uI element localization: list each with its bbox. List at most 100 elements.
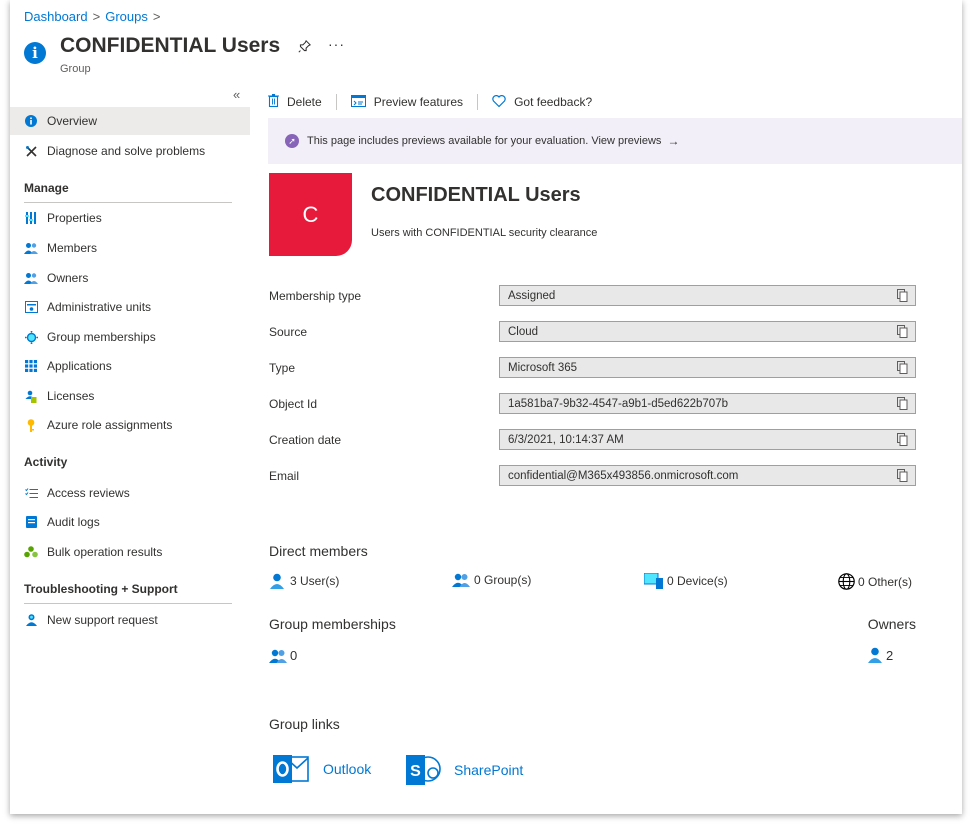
sidebar-item-label: Licenses — [47, 389, 95, 403]
property-label: Object Id — [269, 397, 318, 411]
sidebar-item-licenses[interactable]: Licenses — [10, 382, 250, 410]
outlook-link[interactable]: Outlook — [273, 752, 371, 786]
sidebar-item-administrative-units[interactable]: Administrative units — [10, 293, 250, 321]
globe-icon — [838, 573, 855, 590]
owners-stat[interactable]: 2 — [867, 647, 893, 663]
sidebar-item-members[interactable]: Members — [10, 234, 250, 262]
collapse-sidebar-icon[interactable]: « — [233, 87, 240, 102]
preview-features-icon — [350, 94, 366, 110]
breadcrumb-dashboard-link[interactable]: Dashboard — [24, 9, 88, 24]
sidebar-item-audit-logs[interactable]: Audit logs — [10, 508, 250, 536]
group-icon — [269, 649, 287, 663]
preview-banner-text: This page includes previews available fo… — [307, 135, 662, 147]
breadcrumb: Dashboard > Groups > — [24, 9, 165, 24]
trash-icon — [268, 94, 279, 110]
property-value: Assigned — [508, 289, 556, 302]
owners-heading: Owners — [867, 616, 916, 632]
sidebar: « Overview Diagnose and solve problems M… — [10, 86, 250, 814]
breadcrumb-groups-link[interactable]: Groups — [105, 9, 148, 24]
direct-members-devices[interactable]: 0 Device(s) — [644, 573, 728, 589]
email-field: confidential@M365x493856.onmicrosoft.com — [499, 465, 916, 486]
direct-members-groups[interactable]: 0 Group(s) — [452, 573, 531, 587]
user-icon — [868, 647, 882, 663]
device-icon — [644, 573, 663, 589]
sidebar-item-label: Group memberships — [47, 330, 156, 344]
command-bar: Delete Preview features Got feedback? — [268, 92, 592, 112]
sidebar-item-access-reviews[interactable]: Access reviews — [10, 479, 250, 507]
page-subtitle: Group — [60, 63, 91, 75]
direct-members-users[interactable]: 3 User(s) — [269, 573, 339, 589]
sidebar-item-applications[interactable]: Applications — [10, 352, 250, 380]
group-avatar: C — [269, 173, 352, 256]
copy-icon[interactable] — [897, 325, 908, 338]
sidebar-divider — [24, 202, 232, 203]
applications-icon — [24, 359, 38, 373]
group-memberships-count: 0 — [290, 648, 298, 663]
sidebar-item-group-memberships[interactable]: Group memberships — [10, 323, 250, 351]
groups-count: 0 Group(s) — [474, 573, 532, 587]
sidebar-item-label: Owners — [47, 271, 89, 285]
sidebar-item-diagnose[interactable]: Diagnose and solve problems — [10, 137, 250, 165]
page-title: CONFIDENTIAL Users — [60, 34, 281, 57]
user-icon — [270, 573, 284, 589]
info-icon — [24, 114, 38, 128]
membership-type-field: Assigned — [499, 285, 916, 306]
outlook-link-label: Outlook — [323, 761, 372, 777]
sidebar-item-new-support-request[interactable]: New support request — [10, 606, 250, 634]
property-label: Email — [269, 469, 300, 483]
sidebar-item-label: Members — [47, 241, 98, 255]
sidebar-item-bulk-operation-results[interactable]: Bulk operation results — [10, 538, 250, 566]
svg-text:S: S — [410, 763, 421, 780]
arrow-right-icon: → — [667, 134, 680, 148]
preview-banner[interactable]: ➚ This page includes previews available … — [268, 118, 962, 164]
outlook-icon — [273, 755, 309, 783]
toolbar-separator — [477, 94, 479, 110]
group-links-heading: Group links — [269, 716, 340, 732]
property-value: 1a581ba7-9b32-4547-a9b1-d5ed622b707b — [508, 397, 728, 410]
toolbar-separator — [335, 94, 337, 110]
sidebar-section-manage: Manage — [24, 181, 69, 195]
feedback-button[interactable]: Got feedback? — [492, 94, 593, 110]
portal-window: Dashboard > Groups > i CONFIDENTIAL Users ·… — [10, 0, 962, 814]
property-value: confidential@M365x493856.onmicrosoft.com — [508, 469, 739, 482]
sidebar-item-owners[interactable]: Owners — [10, 264, 250, 292]
sidebar-section-support: Troubleshooting + Support — [24, 582, 178, 596]
source-field: Cloud — [499, 321, 916, 342]
sharepoint-icon: S — [406, 755, 441, 785]
copy-icon[interactable] — [897, 433, 908, 446]
group-memberships-stat[interactable]: 0 — [269, 648, 297, 663]
copy-icon[interactable] — [897, 397, 908, 410]
copy-icon[interactable] — [897, 289, 908, 302]
more-options-icon[interactable]: ··· — [328, 36, 345, 52]
sidebar-item-label: Administrative units — [47, 300, 152, 314]
sidebar-item-azure-role-assignments[interactable]: Azure role assignments — [10, 411, 250, 439]
property-label: Creation date — [269, 433, 342, 447]
preview-features-button[interactable]: Preview features — [350, 94, 463, 110]
group-avatar-initial: C — [302, 201, 319, 227]
sidebar-item-overview[interactable]: Overview — [10, 107, 250, 135]
sidebar-item-label: New support request — [47, 613, 158, 627]
owners-icon — [24, 271, 38, 285]
property-value: Cloud — [508, 325, 539, 338]
sharepoint-link[interactable]: S SharePoint — [406, 752, 523, 788]
audit-logs-icon — [24, 515, 38, 529]
type-field: Microsoft 365 — [499, 357, 916, 378]
direct-members-others[interactable]: 0 Other(s) — [838, 573, 912, 590]
others-count: 0 Other(s) — [858, 574, 913, 589]
group-memberships-icon — [24, 330, 38, 344]
copy-icon[interactable] — [897, 469, 908, 482]
breadcrumb-separator: > — [152, 9, 161, 24]
sidebar-item-label: Access reviews — [47, 486, 130, 500]
delete-button[interactable]: Delete — [268, 94, 322, 110]
creation-date-field: 6/3/2021, 10:14:37 AM — [499, 429, 916, 450]
sidebar-item-properties[interactable]: Properties — [10, 204, 250, 232]
copy-icon[interactable] — [897, 361, 908, 374]
breadcrumb-separator: > — [92, 9, 101, 24]
feedback-label: Got feedback? — [514, 95, 593, 109]
heart-icon — [492, 94, 506, 110]
pin-icon[interactable] — [298, 39, 312, 56]
devices-count: 0 Device(s) — [667, 574, 728, 588]
group-icon — [452, 573, 470, 587]
sidebar-item-label: Bulk operation results — [47, 545, 163, 559]
direct-members-heading: Direct members — [269, 543, 368, 559]
